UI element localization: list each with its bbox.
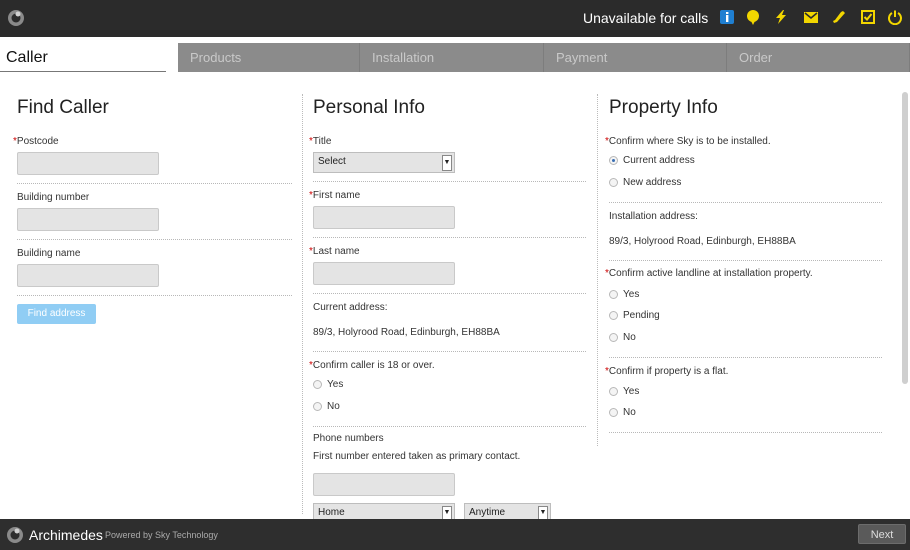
postcode-label: Postcode <box>16 136 59 147</box>
current-address-value: 89/3, Holyrood Road, Edinburgh, EH88BA <box>313 327 500 338</box>
divider <box>313 426 586 427</box>
checkbox-icon[interactable] <box>860 9 876 25</box>
property-info-title: Property Info <box>609 97 718 118</box>
age-yes-label: Yes <box>327 379 344 390</box>
flat-yes-label: Yes <box>623 386 640 397</box>
personal-info-title: Personal Info <box>313 97 425 118</box>
phone-hint: First number entered taken as primary co… <box>313 451 521 462</box>
landline-question: Confirm active landline at installation … <box>608 268 813 279</box>
phone-time-value: Anytime <box>469 507 506 518</box>
archimedes-logo-icon <box>7 527 23 543</box>
age-question: Confirm caller is 18 or over. <box>312 360 435 371</box>
first-name-label: First name <box>312 190 361 201</box>
building-number-label: Building number <box>17 192 90 203</box>
installation-address-label: Installation address: <box>609 211 698 222</box>
title-select-value: Select <box>318 156 346 167</box>
current-address-radio[interactable] <box>609 156 618 165</box>
divider <box>609 202 882 203</box>
last-name-input[interactable] <box>313 262 455 285</box>
landline-no-radio[interactable] <box>609 333 618 342</box>
first-name-input[interactable] <box>313 206 455 229</box>
phone-numbers-label: Phone numbers <box>313 433 384 444</box>
divider <box>313 237 586 238</box>
mail-icon[interactable] <box>803 9 819 25</box>
divider <box>313 181 586 182</box>
title-label: Title <box>312 136 332 147</box>
phone-number-input[interactable] <box>313 473 455 496</box>
find-caller-title: Find Caller <box>17 97 109 118</box>
top-bar: Unavailable for calls <box>0 0 910 37</box>
current-address-label: Current address: <box>313 302 388 313</box>
flat-question: Confirm if property is a flat. <box>608 366 729 377</box>
divider <box>609 357 882 358</box>
phone-type-value: Home <box>318 507 345 518</box>
next-button[interactable]: Next <box>858 524 906 544</box>
tab-payment[interactable]: Payment <box>544 43 727 72</box>
landline-pending-radio[interactable] <box>609 311 618 320</box>
chevron-down-icon: ▼ <box>538 506 548 520</box>
landline-no-label: No <box>623 332 636 343</box>
installation-address-value: 89/3, Holyrood Road, Edinburgh, EH88BA <box>609 236 796 247</box>
info-icon[interactable] <box>719 9 735 25</box>
chevron-down-icon: ▼ <box>442 506 452 520</box>
chevron-down-icon: ▼ <box>442 155 452 171</box>
landline-yes-label: Yes <box>623 289 640 300</box>
age-no-label: No <box>327 401 340 412</box>
column-divider <box>597 94 598 446</box>
divider <box>17 183 292 184</box>
lightning-icon[interactable] <box>773 9 789 25</box>
powered-by-text: Powered by Sky Technology <box>105 530 218 540</box>
title-select[interactable]: Select ▼ <box>313 152 455 173</box>
building-name-label: Building name <box>17 248 81 259</box>
tab-order[interactable]: Order <box>727 43 910 72</box>
install-where-question: Confirm where Sky is to be installed. <box>608 136 771 147</box>
call-status-text: Unavailable for calls <box>583 10 709 26</box>
wizard-tabs: Caller Products Installation Payment Ord… <box>0 43 910 72</box>
phone-icon[interactable] <box>831 9 847 25</box>
last-name-label: Last name <box>312 246 360 257</box>
divider <box>313 293 586 294</box>
archimedes-logo-icon <box>8 10 24 26</box>
building-number-input[interactable] <box>17 208 159 231</box>
footer-bar: Archimedes Powered by Sky Technology Nex… <box>0 519 910 550</box>
divider <box>609 260 882 261</box>
divider <box>17 295 292 296</box>
tab-caller[interactable]: Caller <box>0 43 166 72</box>
column-divider <box>302 94 303 514</box>
divider <box>313 351 586 352</box>
tab-products[interactable]: Products <box>178 43 360 72</box>
new-address-option: New address <box>623 177 682 188</box>
landline-pending-label: Pending <box>623 310 660 321</box>
divider <box>609 432 882 433</box>
brand-name: Archimedes <box>29 527 103 543</box>
flat-no-radio[interactable] <box>609 408 618 417</box>
flat-yes-radio[interactable] <box>609 387 618 396</box>
scrollbar[interactable] <box>902 92 908 384</box>
power-icon[interactable] <box>887 9 903 25</box>
age-no-radio[interactable] <box>313 402 322 411</box>
tab-installation[interactable]: Installation <box>360 43 544 72</box>
flat-no-label: No <box>623 407 636 418</box>
current-address-option: Current address <box>623 155 695 166</box>
divider <box>17 239 292 240</box>
building-name-input[interactable] <box>17 264 159 287</box>
chat-bubble-icon[interactable] <box>745 9 761 25</box>
find-address-button[interactable]: Find address <box>17 304 96 324</box>
new-address-radio[interactable] <box>609 178 618 187</box>
landline-yes-radio[interactable] <box>609 290 618 299</box>
age-yes-radio[interactable] <box>313 380 322 389</box>
postcode-input[interactable] <box>17 152 159 175</box>
